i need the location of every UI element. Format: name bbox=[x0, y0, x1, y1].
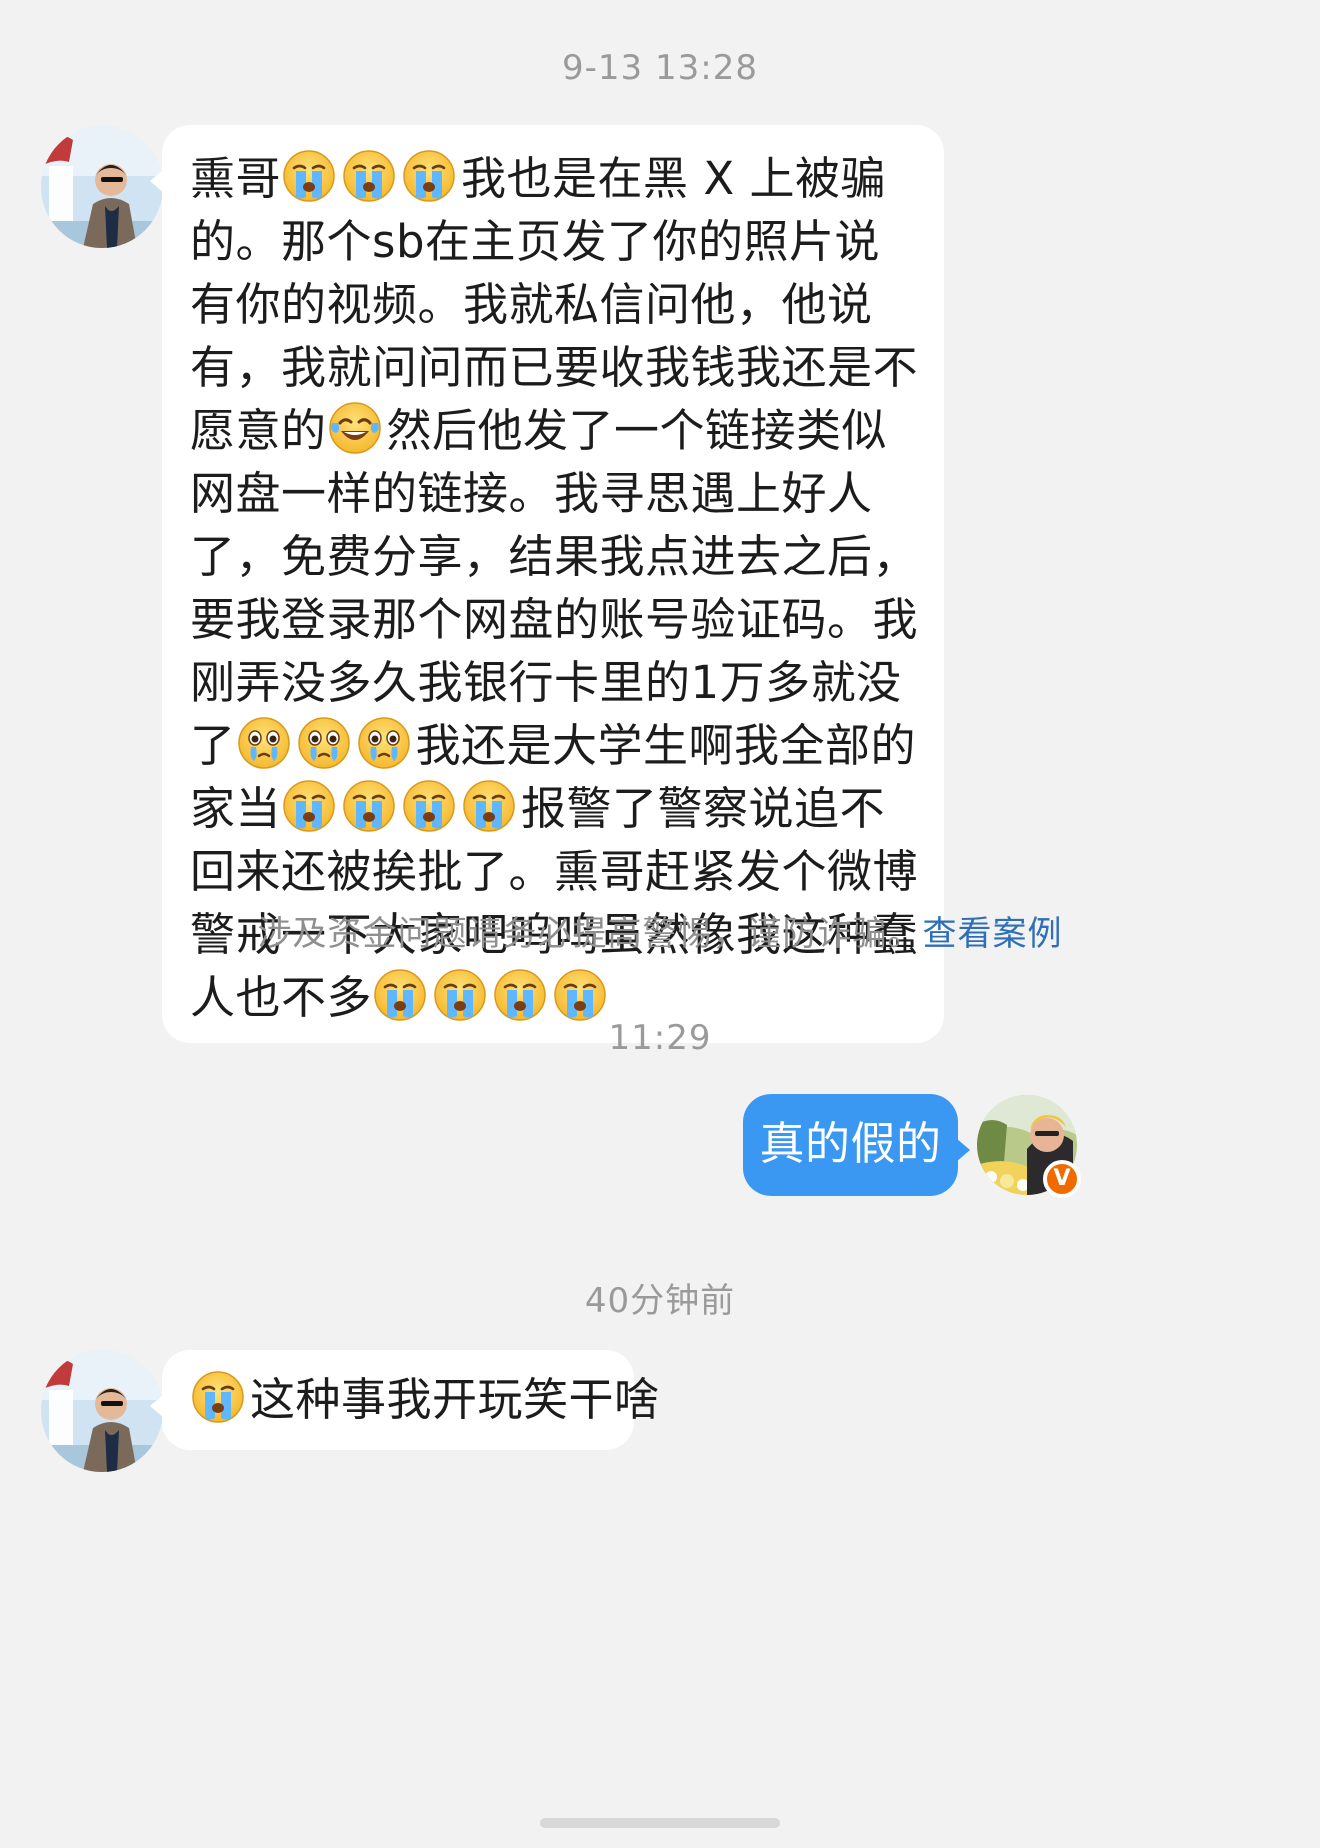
teary-eyes-emoji-icon bbox=[297, 716, 351, 770]
timestamp: 9-13 13:28 bbox=[562, 48, 758, 88]
laughing-tears-emoji-icon bbox=[328, 401, 382, 455]
timestamp: 40分钟前 bbox=[584, 1281, 736, 1321]
view-cases-link[interactable]: 查看案例 bbox=[923, 914, 1063, 954]
message-text: 真的假的 bbox=[759, 1117, 942, 1170]
home-indicator[interactable] bbox=[540, 1818, 780, 1828]
crying-emoji-icon bbox=[282, 779, 336, 833]
crying-emoji-icon bbox=[493, 968, 547, 1022]
crying-emoji-icon bbox=[402, 779, 456, 833]
crying-emoji-icon bbox=[282, 149, 336, 203]
crying-emoji-icon bbox=[342, 779, 396, 833]
crying-emoji-icon bbox=[342, 149, 396, 203]
crying-emoji-icon bbox=[433, 968, 487, 1022]
teary-eyes-emoji-icon bbox=[357, 716, 411, 770]
fraud-warning-text: 涉及资金问题请务必提高警惕，谨防诈骗。 bbox=[257, 914, 923, 954]
crying-emoji-icon bbox=[462, 779, 516, 833]
contact-avatar[interactable] bbox=[41, 1350, 163, 1472]
crying-emoji-icon bbox=[553, 968, 607, 1022]
outgoing-message-bubble[interactable]: 真的假的 bbox=[743, 1094, 970, 1196]
message-text: 熏哥 我也是在黑 X 上被骗的。那个sb在主页发了你的照片说有你的视频。我就私信问… bbox=[190, 147, 918, 1029]
message-text-segment: 熏哥 bbox=[190, 152, 282, 205]
fraud-warning-notice: 涉及资金问题请务必提高警惕，谨防诈骗。查看案例 bbox=[0, 906, 1320, 955]
crying-emoji-icon bbox=[373, 968, 427, 1022]
timestamp: 11:29 bbox=[608, 1018, 712, 1058]
crying-emoji-icon bbox=[402, 149, 456, 203]
teary-eyes-emoji-icon bbox=[237, 716, 291, 770]
chat-screen: 9-13 13:28 熏哥 我也是在黑 X 上被骗的。那个sb在主页发了你的照片说… bbox=[0, 0, 1320, 1848]
contact-avatar[interactable] bbox=[41, 126, 163, 248]
verified-badge-icon: V bbox=[1043, 1160, 1081, 1198]
crying-emoji-icon bbox=[191, 1370, 245, 1424]
incoming-message-bubble[interactable]: 这种事我开玩笑干啥 bbox=[150, 1350, 659, 1450]
message-text: 这种事我开玩笑干啥 bbox=[250, 1373, 660, 1426]
